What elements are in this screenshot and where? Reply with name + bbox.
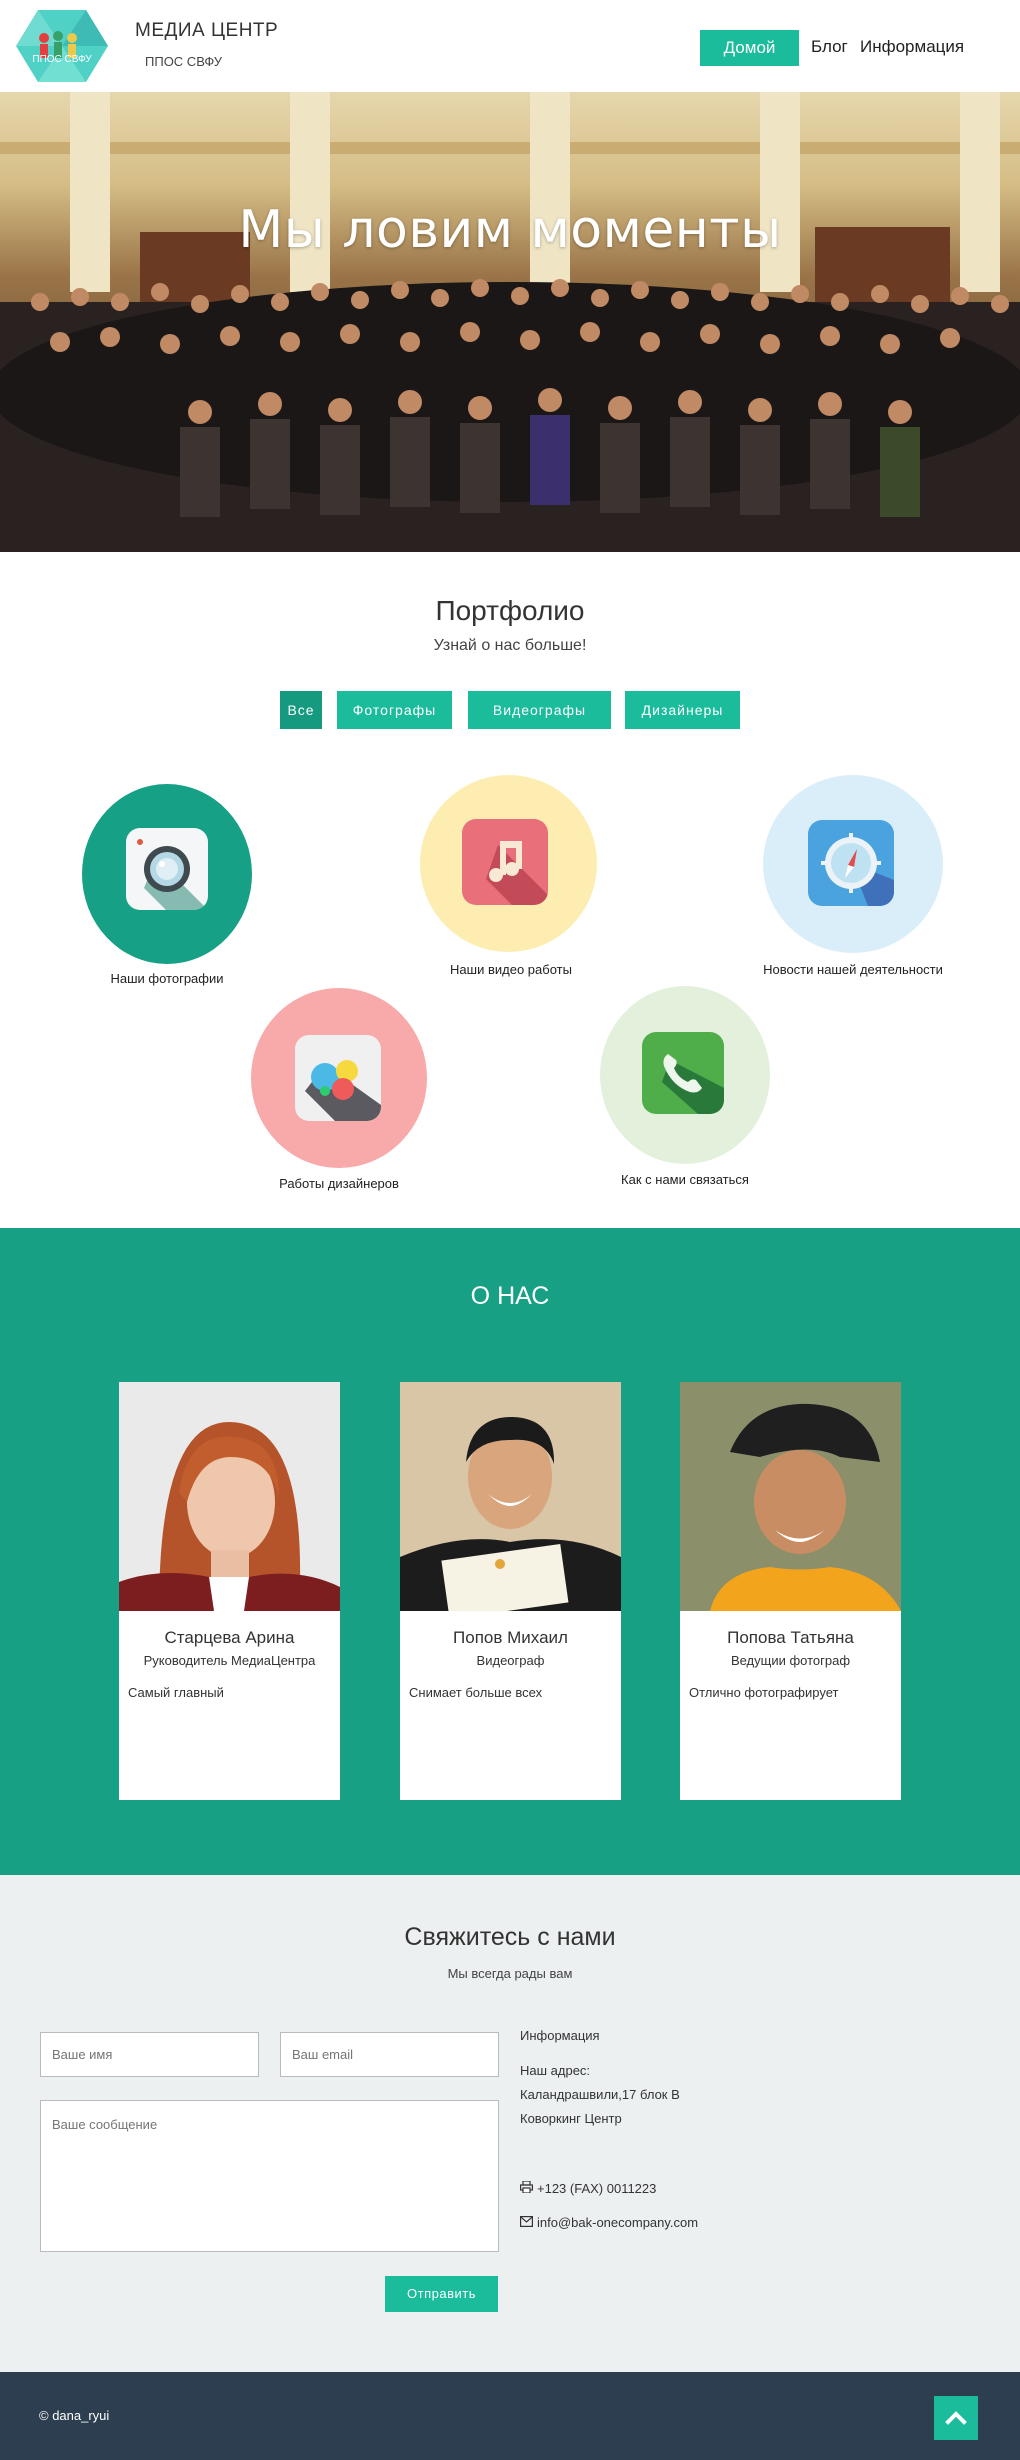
contact-title: Свяжитесь с нами xyxy=(404,1923,616,1951)
about-title: О НАС xyxy=(470,1282,550,1310)
palette-icon xyxy=(295,1035,381,1121)
portfolio-item-label: Новости нашей деятельности xyxy=(763,962,943,977)
name-input[interactable] xyxy=(40,2032,259,2077)
message-textarea[interactable] xyxy=(40,2100,499,2252)
info-heading: Информация xyxy=(520,2028,600,2043)
compass-icon xyxy=(808,820,894,906)
member-description: Отлично фотографирует xyxy=(689,1685,839,1700)
nav-info-link[interactable]: Информация xyxy=(860,37,964,57)
address-line: Коворкинг Центр xyxy=(520,2111,622,2126)
address-line: Каландрашвили,17 блок В xyxy=(520,2087,680,2102)
team-card: Старцева Арина Руководитель МедиаЦентра … xyxy=(119,1382,340,1800)
email-link[interactable]: info@bak-onecompany.com xyxy=(537,2215,698,2230)
member-role: Руководитель МедиаЦентра xyxy=(143,1653,316,1668)
member-photo xyxy=(119,1382,340,1611)
team-card: Попов Михаил Видеограф Снимает больше вс… xyxy=(400,1382,621,1800)
portfolio-item-videos[interactable]: Наши видео работы xyxy=(391,775,631,985)
member-photo xyxy=(400,1382,621,1611)
site-logo[interactable]: ППОС СВФУ xyxy=(14,8,110,84)
team-card: Попова Татьяна Ведущии фотограф Отлично … xyxy=(680,1382,901,1800)
filter-photographers-button[interactable]: Фотографы xyxy=(337,691,452,729)
phone-text: +123 (FAX) 0011223 xyxy=(537,2181,657,2196)
portfolio-item-news[interactable]: Новости нашей деятельности xyxy=(731,775,971,985)
filter-designers-button[interactable]: Дизайнеры xyxy=(625,691,740,729)
email-input[interactable] xyxy=(280,2032,499,2077)
email-row: info@bak-onecompany.com xyxy=(520,2215,698,2230)
portfolio-item-contacts[interactable]: Как с нами связаться xyxy=(568,986,808,1196)
printer-icon xyxy=(520,2180,534,2196)
nav-blog-link[interactable]: Блог xyxy=(811,37,848,57)
phone-icon xyxy=(642,1032,724,1114)
portfolio-title: Портфолио xyxy=(435,595,585,626)
brand-subtitle: ППОС СВФУ xyxy=(145,54,222,69)
member-photo xyxy=(680,1382,901,1611)
portfolio-item-designers[interactable]: Работы дизайнеров xyxy=(226,988,466,1198)
top-navbar: ППОС СВФУ МЕДИА ЦЕНТР ППОС СВФУ Домой Бл… xyxy=(0,0,1020,92)
portfolio-item-label: Наши фотографии xyxy=(110,971,224,986)
envelope-icon xyxy=(520,2215,534,2230)
portfolio-item-photos[interactable]: Наши фотографии xyxy=(47,784,287,994)
member-role: Ведущии фотограф xyxy=(730,1653,851,1668)
filter-all-button[interactable]: Все xyxy=(280,691,322,729)
back-to-top-button[interactable] xyxy=(934,2396,978,2440)
footer: © dana_ryui xyxy=(0,2372,1020,2460)
about-section: О НАС Старцева Арина Руководитель МедиаЦ… xyxy=(0,1228,1020,1875)
phone-row: +123 (FAX) 0011223 xyxy=(520,2180,657,2196)
nav-home-link[interactable]: Домой xyxy=(700,30,799,66)
portfolio-item-label: Работы дизайнеров xyxy=(279,1176,399,1191)
contact-section: Свяжитесь с нами Мы всегда рады вам Отпр… xyxy=(0,1875,1020,2372)
brand-title: МЕДИА ЦЕНТР xyxy=(135,20,279,41)
member-role: Видеограф xyxy=(476,1653,545,1668)
member-name: Попова Татьяна xyxy=(727,1628,854,1647)
logo-text: ППОС СВФУ xyxy=(32,54,92,65)
member-name: Попов Михаил xyxy=(453,1628,568,1647)
contact-subtitle: Мы всегда рады вам xyxy=(447,1966,573,1981)
portfolio-item-label: Как с нами связаться xyxy=(621,1172,749,1187)
member-description: Снимает больше всех xyxy=(409,1685,543,1700)
hero-banner: Мы ловим моменты xyxy=(0,92,1020,552)
send-button[interactable]: Отправить xyxy=(385,2276,498,2312)
member-description: Самый главный xyxy=(128,1685,224,1700)
hero-title: Мы ловим моменты xyxy=(238,200,782,260)
portfolio-item-label: Наши видео работы xyxy=(450,962,572,977)
filter-videographers-button[interactable]: Видеографы xyxy=(468,691,611,729)
camera-icon xyxy=(126,828,208,910)
copyright-text: © dana_ryui xyxy=(39,2408,110,2423)
portfolio-subtitle: Узнай о нас больше! xyxy=(433,637,587,654)
music-note-icon xyxy=(462,819,548,905)
group-photo xyxy=(0,92,1020,552)
chevron-up-icon xyxy=(945,2411,967,2425)
address-label: Наш адрес: xyxy=(520,2063,591,2078)
member-name: Старцева Арина xyxy=(164,1628,295,1647)
